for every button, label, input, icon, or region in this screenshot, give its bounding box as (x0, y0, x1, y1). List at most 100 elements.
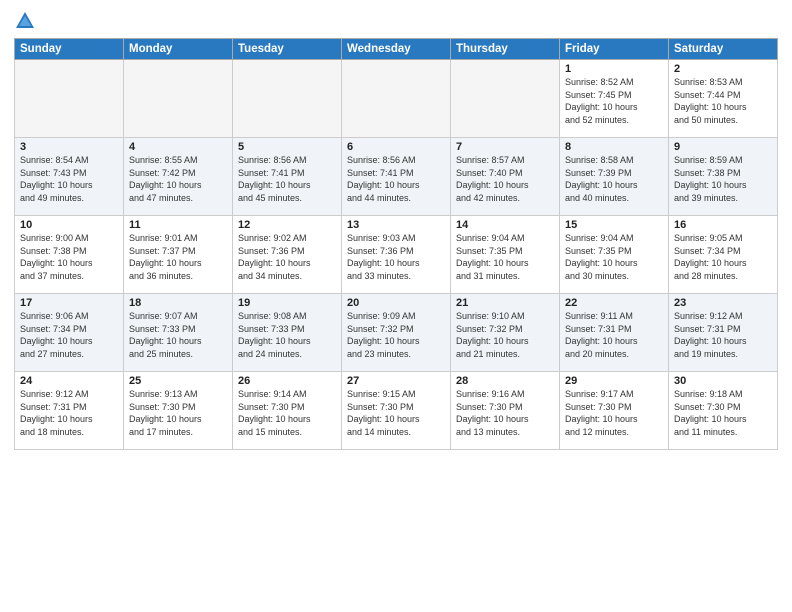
day-info: Sunrise: 9:01 AMSunset: 7:37 PMDaylight:… (129, 232, 227, 282)
weekday-header-row: SundayMondayTuesdayWednesdayThursdayFrid… (15, 39, 778, 60)
day-number: 4 (129, 141, 227, 153)
calendar-cell: 24Sunrise: 9:12 AMSunset: 7:31 PMDayligh… (15, 372, 124, 450)
day-info: Sunrise: 9:04 AMSunset: 7:35 PMDaylight:… (456, 232, 554, 282)
day-info: Sunrise: 8:59 AMSunset: 7:38 PMDaylight:… (674, 154, 772, 204)
day-info: Sunrise: 9:17 AMSunset: 7:30 PMDaylight:… (565, 388, 663, 438)
weekday-header: Sunday (15, 39, 124, 60)
calendar-cell: 21Sunrise: 9:10 AMSunset: 7:32 PMDayligh… (451, 294, 560, 372)
day-number: 1 (565, 63, 663, 75)
day-info: Sunrise: 9:03 AMSunset: 7:36 PMDaylight:… (347, 232, 445, 282)
day-number: 20 (347, 297, 445, 309)
calendar-cell: 29Sunrise: 9:17 AMSunset: 7:30 PMDayligh… (560, 372, 669, 450)
day-number: 19 (238, 297, 336, 309)
calendar-cell: 27Sunrise: 9:15 AMSunset: 7:30 PMDayligh… (342, 372, 451, 450)
day-number: 24 (20, 375, 118, 387)
calendar-week-row: 1Sunrise: 8:52 AMSunset: 7:45 PMDaylight… (15, 60, 778, 138)
calendar-cell: 13Sunrise: 9:03 AMSunset: 7:36 PMDayligh… (342, 216, 451, 294)
calendar-week-row: 17Sunrise: 9:06 AMSunset: 7:34 PMDayligh… (15, 294, 778, 372)
day-info: Sunrise: 9:14 AMSunset: 7:30 PMDaylight:… (238, 388, 336, 438)
day-info: Sunrise: 9:12 AMSunset: 7:31 PMDaylight:… (674, 310, 772, 360)
calendar-cell: 23Sunrise: 9:12 AMSunset: 7:31 PMDayligh… (669, 294, 778, 372)
day-info: Sunrise: 9:08 AMSunset: 7:33 PMDaylight:… (238, 310, 336, 360)
day-info: Sunrise: 9:05 AMSunset: 7:34 PMDaylight:… (674, 232, 772, 282)
day-number: 2 (674, 63, 772, 75)
day-info: Sunrise: 9:00 AMSunset: 7:38 PMDaylight:… (20, 232, 118, 282)
calendar-week-row: 10Sunrise: 9:00 AMSunset: 7:38 PMDayligh… (15, 216, 778, 294)
calendar-cell: 6Sunrise: 8:56 AMSunset: 7:41 PMDaylight… (342, 138, 451, 216)
day-number: 5 (238, 141, 336, 153)
calendar-week-row: 3Sunrise: 8:54 AMSunset: 7:43 PMDaylight… (15, 138, 778, 216)
calendar-week-row: 24Sunrise: 9:12 AMSunset: 7:31 PMDayligh… (15, 372, 778, 450)
calendar-cell: 19Sunrise: 9:08 AMSunset: 7:33 PMDayligh… (233, 294, 342, 372)
day-number: 17 (20, 297, 118, 309)
calendar-cell: 8Sunrise: 8:58 AMSunset: 7:39 PMDaylight… (560, 138, 669, 216)
day-number: 21 (456, 297, 554, 309)
day-info: Sunrise: 9:16 AMSunset: 7:30 PMDaylight:… (456, 388, 554, 438)
calendar-cell: 11Sunrise: 9:01 AMSunset: 7:37 PMDayligh… (124, 216, 233, 294)
day-info: Sunrise: 9:12 AMSunset: 7:31 PMDaylight:… (20, 388, 118, 438)
calendar: SundayMondayTuesdayWednesdayThursdayFrid… (14, 38, 778, 450)
header (14, 10, 778, 32)
day-info: Sunrise: 8:53 AMSunset: 7:44 PMDaylight:… (674, 76, 772, 126)
calendar-cell: 18Sunrise: 9:07 AMSunset: 7:33 PMDayligh… (124, 294, 233, 372)
day-info: Sunrise: 9:11 AMSunset: 7:31 PMDaylight:… (565, 310, 663, 360)
day-number: 16 (674, 219, 772, 231)
day-info: Sunrise: 9:06 AMSunset: 7:34 PMDaylight:… (20, 310, 118, 360)
calendar-cell: 3Sunrise: 8:54 AMSunset: 7:43 PMDaylight… (15, 138, 124, 216)
day-info: Sunrise: 9:04 AMSunset: 7:35 PMDaylight:… (565, 232, 663, 282)
day-number: 26 (238, 375, 336, 387)
calendar-cell: 7Sunrise: 8:57 AMSunset: 7:40 PMDaylight… (451, 138, 560, 216)
day-info: Sunrise: 8:56 AMSunset: 7:41 PMDaylight:… (238, 154, 336, 204)
day-info: Sunrise: 9:02 AMSunset: 7:36 PMDaylight:… (238, 232, 336, 282)
weekday-header: Saturday (669, 39, 778, 60)
weekday-header: Wednesday (342, 39, 451, 60)
day-info: Sunrise: 8:57 AMSunset: 7:40 PMDaylight:… (456, 154, 554, 204)
day-info: Sunrise: 8:55 AMSunset: 7:42 PMDaylight:… (129, 154, 227, 204)
day-number: 14 (456, 219, 554, 231)
calendar-cell: 4Sunrise: 8:55 AMSunset: 7:42 PMDaylight… (124, 138, 233, 216)
day-number: 3 (20, 141, 118, 153)
calendar-cell: 14Sunrise: 9:04 AMSunset: 7:35 PMDayligh… (451, 216, 560, 294)
calendar-cell: 20Sunrise: 9:09 AMSunset: 7:32 PMDayligh… (342, 294, 451, 372)
calendar-cell: 26Sunrise: 9:14 AMSunset: 7:30 PMDayligh… (233, 372, 342, 450)
calendar-cell: 16Sunrise: 9:05 AMSunset: 7:34 PMDayligh… (669, 216, 778, 294)
day-number: 25 (129, 375, 227, 387)
day-number: 8 (565, 141, 663, 153)
calendar-cell: 22Sunrise: 9:11 AMSunset: 7:31 PMDayligh… (560, 294, 669, 372)
logo-icon (14, 10, 36, 32)
day-number: 18 (129, 297, 227, 309)
day-info: Sunrise: 9:09 AMSunset: 7:32 PMDaylight:… (347, 310, 445, 360)
calendar-cell: 28Sunrise: 9:16 AMSunset: 7:30 PMDayligh… (451, 372, 560, 450)
day-number: 10 (20, 219, 118, 231)
day-info: Sunrise: 9:07 AMSunset: 7:33 PMDaylight:… (129, 310, 227, 360)
day-info: Sunrise: 8:56 AMSunset: 7:41 PMDaylight:… (347, 154, 445, 204)
day-number: 9 (674, 141, 772, 153)
calendar-cell: 17Sunrise: 9:06 AMSunset: 7:34 PMDayligh… (15, 294, 124, 372)
day-info: Sunrise: 8:58 AMSunset: 7:39 PMDaylight:… (565, 154, 663, 204)
day-number: 15 (565, 219, 663, 231)
calendar-cell (15, 60, 124, 138)
calendar-cell: 9Sunrise: 8:59 AMSunset: 7:38 PMDaylight… (669, 138, 778, 216)
day-number: 6 (347, 141, 445, 153)
day-info: Sunrise: 8:52 AMSunset: 7:45 PMDaylight:… (565, 76, 663, 126)
day-info: Sunrise: 9:13 AMSunset: 7:30 PMDaylight:… (129, 388, 227, 438)
day-number: 11 (129, 219, 227, 231)
page: SundayMondayTuesdayWednesdayThursdayFrid… (0, 0, 792, 612)
weekday-header: Thursday (451, 39, 560, 60)
calendar-cell: 1Sunrise: 8:52 AMSunset: 7:45 PMDaylight… (560, 60, 669, 138)
calendar-cell (233, 60, 342, 138)
day-number: 12 (238, 219, 336, 231)
calendar-cell: 5Sunrise: 8:56 AMSunset: 7:41 PMDaylight… (233, 138, 342, 216)
day-number: 27 (347, 375, 445, 387)
day-info: Sunrise: 9:10 AMSunset: 7:32 PMDaylight:… (456, 310, 554, 360)
calendar-cell: 10Sunrise: 9:00 AMSunset: 7:38 PMDayligh… (15, 216, 124, 294)
day-number: 7 (456, 141, 554, 153)
logo (14, 10, 40, 32)
calendar-cell (342, 60, 451, 138)
calendar-cell (124, 60, 233, 138)
calendar-cell: 12Sunrise: 9:02 AMSunset: 7:36 PMDayligh… (233, 216, 342, 294)
weekday-header: Friday (560, 39, 669, 60)
weekday-header: Tuesday (233, 39, 342, 60)
calendar-cell: 2Sunrise: 8:53 AMSunset: 7:44 PMDaylight… (669, 60, 778, 138)
day-number: 13 (347, 219, 445, 231)
